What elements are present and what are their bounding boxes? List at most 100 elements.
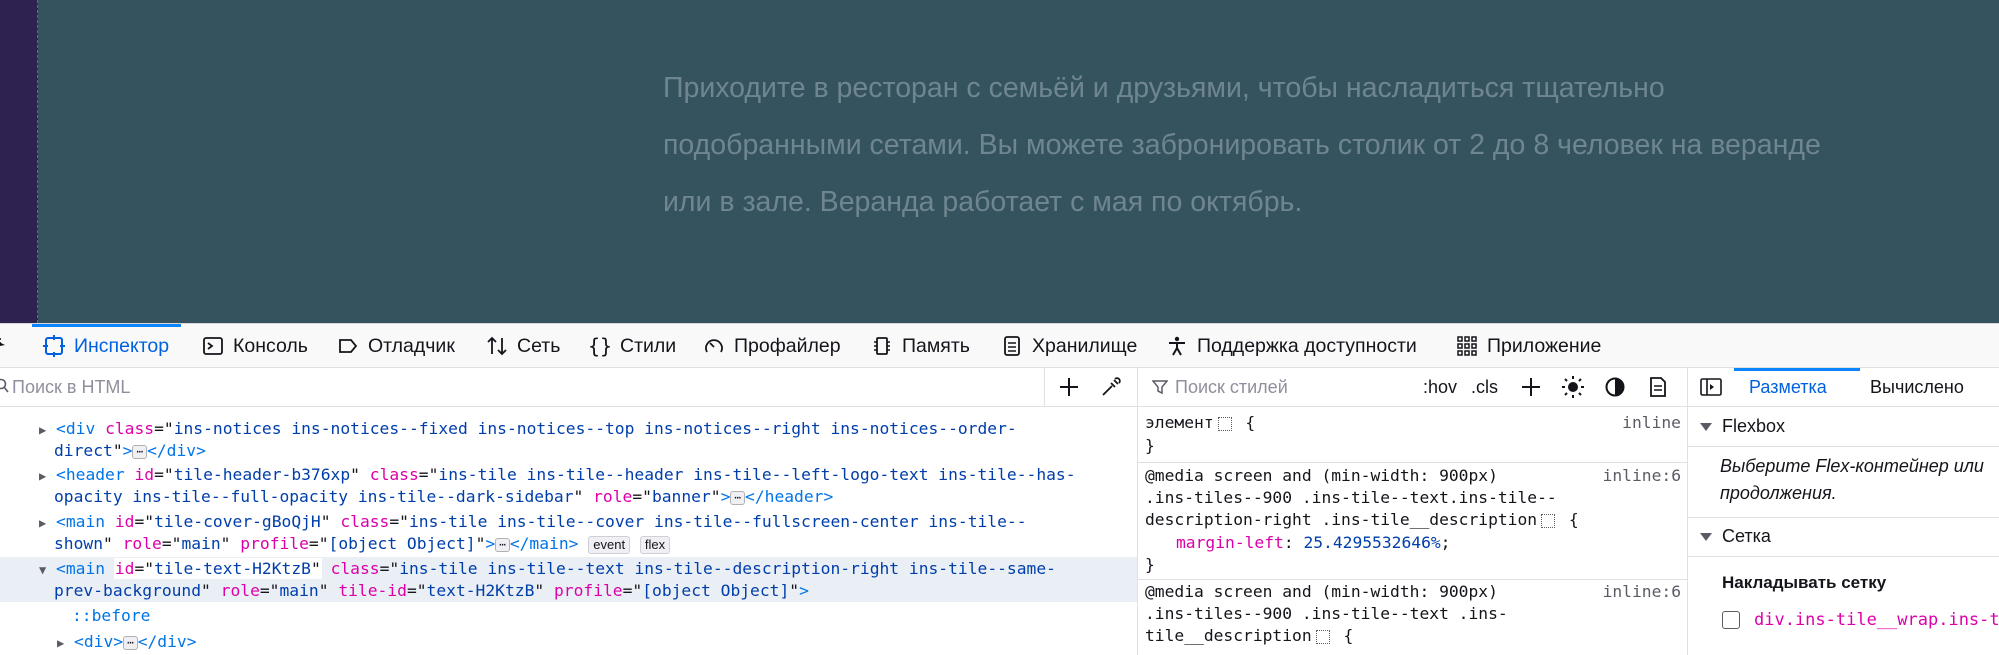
grid-overlay-item[interactable]: div.ins-tile__wrap.ins-t [1722, 610, 1999, 630]
expand-twisty-icon[interactable]: ▶ [39, 423, 46, 437]
rule-divider [1138, 579, 1687, 580]
collapse-triangle-icon [1700, 532, 1712, 541]
rule-source-link[interactable]: inline [1622, 412, 1681, 434]
accessibility-icon [1165, 334, 1189, 358]
section-title: Сетка [1722, 526, 1771, 546]
collapsed-content-icon[interactable]: ⋯ [123, 635, 138, 650]
flexbox-section-header[interactable]: Flexbox [1688, 407, 1999, 447]
paragraph-line: подобранными сетами. Вы можете заброниро… [663, 129, 1821, 161]
tab-label: Инспектор [74, 334, 170, 357]
collapsed-content-icon[interactable]: ⋯ [132, 444, 148, 459]
storage-icon [1000, 334, 1024, 358]
styles-filter-input[interactable]: Поиск стилей [1175, 377, 1288, 398]
selector-highlight-icon[interactable] [1315, 629, 1330, 644]
rule-divider [1138, 462, 1687, 463]
toggle-sidebar-icon[interactable] [1700, 377, 1722, 397]
tab-debugger[interactable]: Отладчик [336, 324, 455, 368]
tab-label: Поддержка доступности [1197, 334, 1417, 357]
tab-memory[interactable]: Память [870, 324, 970, 368]
tab-computed[interactable]: Вычислено [1870, 377, 1964, 398]
tab-label: Стили [620, 334, 677, 357]
network-icon [485, 334, 509, 358]
rule-selector: .ins-tiles--900 .ins-tile--text.ins-tile… [1145, 488, 1557, 507]
rules-view: элемент { inline } @media screen and (mi… [1137, 407, 1687, 655]
add-node-icon[interactable] [1058, 376, 1080, 398]
light-theme-icon[interactable] [1562, 376, 1584, 398]
rule-close-brace: } [1145, 436, 1155, 455]
tab-profiler[interactable]: Профайлер [702, 324, 841, 368]
styles-filter-bar: Поиск стилей :hov .cls [1137, 368, 1687, 407]
rule-source-link[interactable]: inline:6 [1603, 465, 1681, 487]
print-media-icon[interactable] [1647, 376, 1669, 398]
tab-layout[interactable]: Разметка [1749, 377, 1827, 398]
section-title: Flexbox [1722, 416, 1786, 436]
search-icon [0, 378, 10, 394]
expand-twisty-icon[interactable]: ▶ [39, 516, 46, 530]
css-declaration[interactable]: margin-left: 25.4295532646%; [1176, 532, 1450, 554]
description-paragraph: Приходите в ресторан с семьёй и друзьями… [663, 60, 1953, 231]
layout-view: Flexbox Выберите Flex-контейнер или прод… [1687, 407, 1999, 655]
event-badge[interactable]: event [588, 535, 631, 554]
markup-line: prev-background" role="main" tile-id="te… [54, 581, 809, 600]
tab-label: Память [902, 334, 970, 357]
markup-line[interactable]: ▶ <div class="ins-notices ins-notices--f… [39, 418, 1017, 440]
flexbox-hint: продолжения. [1720, 483, 1837, 503]
tab-label: Профайлер [734, 334, 841, 357]
devtools-toolbar: Инспектор Консоль Отладчик Сеть {} Стили… [0, 323, 1999, 368]
rule-selector: tile__description { [1145, 626, 1354, 645]
add-rule-icon[interactable] [1520, 376, 1542, 398]
selector-highlight-icon[interactable] [1217, 416, 1232, 431]
selector-highlight-icon[interactable] [1541, 513, 1556, 528]
rule-source-link[interactable]: inline:6 [1603, 581, 1681, 603]
markup-line[interactable]: ▶ <main id="tile-cover-gBoQjH" class="in… [39, 511, 1027, 533]
page-sidebar-strip [0, 0, 38, 323]
page-viewport: Приходите в ресторан с семьёй и друзьями… [0, 0, 1999, 323]
collapsed-content-icon[interactable]: ⋯ [730, 490, 746, 505]
eyedropper-icon[interactable] [1100, 376, 1122, 398]
grid-section-header[interactable]: Сетка [1688, 517, 1999, 557]
markup-view: ▶ <div class="ins-notices ins-notices--f… [0, 407, 1137, 655]
collapse-twisty-icon[interactable]: ▼ [39, 563, 46, 577]
filter-icon [1151, 379, 1169, 395]
collapse-triangle-icon [1700, 422, 1712, 431]
element-picker-button[interactable] [0, 324, 20, 368]
markup-line-selected[interactable]: ▼ <main id="tile-text-H2KtzB" class="ins… [39, 558, 1056, 580]
console-icon [201, 334, 225, 358]
inspector-icon [42, 334, 66, 358]
html-search-bar: Поиск в HTML [0, 368, 1137, 407]
markup-line[interactable]: ▶ <div> ⋯ </div> [57, 631, 197, 653]
tab-accessibility[interactable]: Поддержка доступности [1165, 324, 1417, 368]
grid-overlay-checkbox[interactable] [1722, 611, 1740, 629]
collapsed-content-icon[interactable]: ⋯ [495, 537, 510, 552]
grid-item-label: div.ins-tile__wrap.ins-t [1754, 610, 1999, 630]
overlay-grid-heading: Накладывать сетку [1722, 573, 1887, 592]
dark-theme-icon[interactable] [1604, 376, 1626, 398]
expand-twisty-icon[interactable]: ▶ [57, 636, 64, 650]
flex-badge[interactable]: flex [639, 535, 671, 554]
application-icon [1455, 334, 1479, 358]
pick-element-icon [0, 334, 12, 358]
tab-storage[interactable]: Хранилище [1000, 324, 1137, 368]
memory-icon [870, 334, 894, 358]
style-editor-icon: {} [587, 334, 613, 358]
tab-network[interactable]: Сеть [485, 324, 560, 368]
tab-application[interactable]: Приложение [1455, 324, 1601, 368]
media-query: @media screen and (min-width: 900px) [1145, 582, 1498, 601]
tab-console[interactable]: Консоль [201, 324, 308, 368]
tab-style-editor[interactable]: {} Стили [588, 324, 676, 368]
toolbar-divider [1044, 368, 1045, 406]
tab-inspector[interactable]: Инспектор [31, 324, 182, 368]
markup-line[interactable]: ▶ <header id="tile-header-b376xp" class=… [39, 464, 1076, 486]
rule-close-brace: } [1145, 555, 1155, 574]
hov-toggle-button[interactable]: :hov [1423, 377, 1457, 398]
rule-selector: .ins-tiles--900 .ins-tile--text .ins- [1145, 604, 1508, 623]
expand-twisty-icon[interactable]: ▶ [39, 469, 46, 483]
before-pseudo-element[interactable]: ::before [72, 605, 150, 627]
cls-toggle-button[interactable]: .cls [1471, 377, 1498, 398]
html-search-input[interactable]: Поиск в HTML [12, 377, 130, 398]
markup-line: shown" role="main" profile="[object Obje… [54, 533, 671, 555]
profiler-icon [702, 334, 726, 358]
paragraph-line: Приходите в ресторан с семьёй и друзьями… [663, 72, 1665, 104]
tab-label: Приложение [1487, 334, 1602, 357]
media-query: @media screen and (min-width: 900px) [1145, 466, 1498, 485]
